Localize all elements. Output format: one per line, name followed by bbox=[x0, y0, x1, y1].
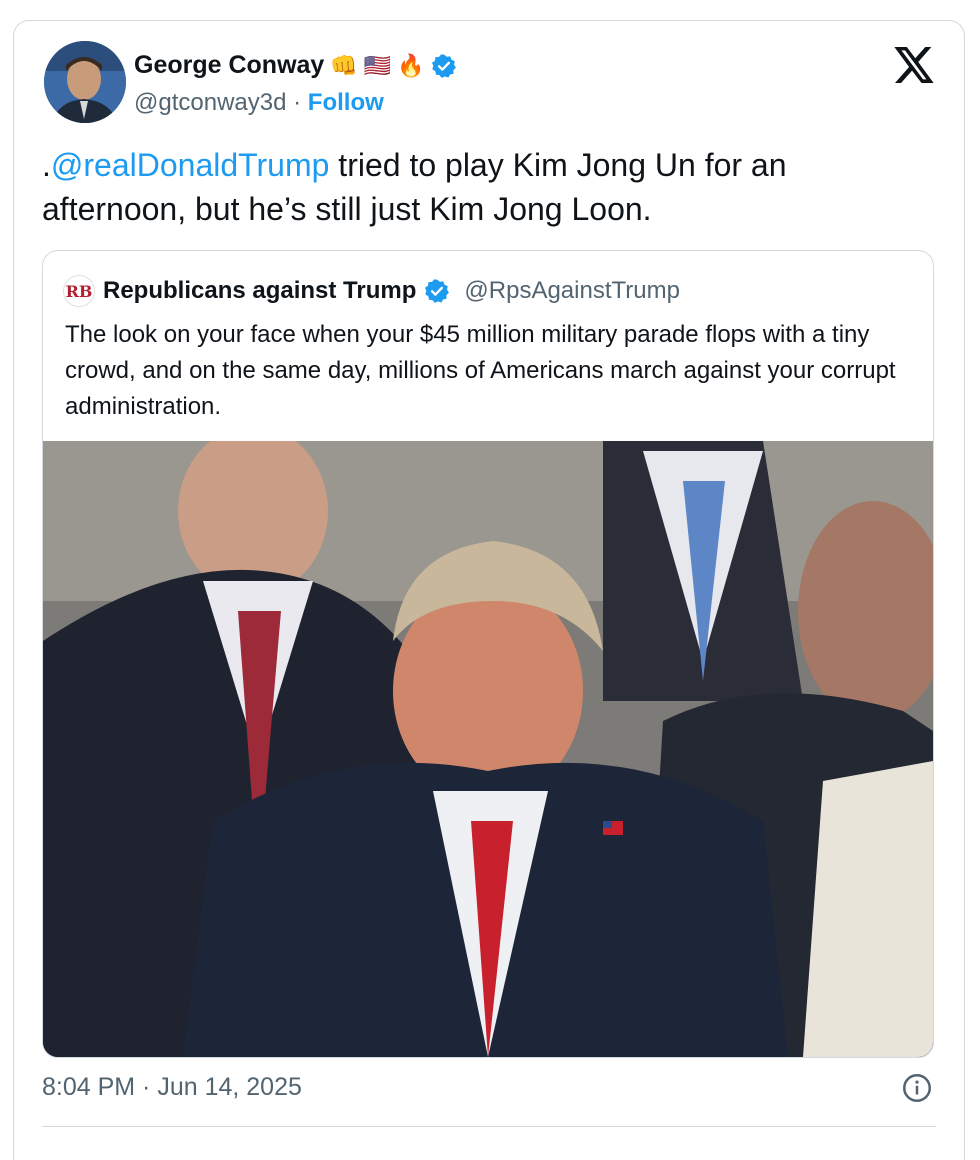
mention-link[interactable]: @realDonaldTrump bbox=[51, 147, 330, 183]
footer-divider bbox=[42, 1126, 936, 1127]
us-flag-emoji: 🇺🇸 bbox=[363, 52, 392, 78]
quoted-tweet[interactable]: RB Republicans against Trump @RpsAgainst… bbox=[42, 250, 934, 1058]
handle-separator: · bbox=[293, 89, 302, 116]
author-avatar[interactable] bbox=[44, 41, 126, 123]
verified-badge-icon bbox=[431, 53, 456, 78]
author-display-name[interactable]: George Conway bbox=[134, 51, 324, 80]
fist-emoji: 👊 bbox=[330, 52, 358, 78]
fire-emoji: 🔥 bbox=[397, 52, 425, 78]
follow-button[interactable]: Follow bbox=[308, 89, 384, 116]
x-logo-icon[interactable] bbox=[894, 47, 934, 83]
tweet-timestamp[interactable]: 8:04 PM · Jun 14, 2025 bbox=[42, 1073, 302, 1102]
quoted-tweet-text: The look on your face when your $45 mill… bbox=[65, 321, 896, 420]
quoted-author-handle[interactable]: @RpsAgainstTrump bbox=[464, 277, 680, 305]
author-handle[interactable]: @gtconway3d bbox=[134, 89, 286, 116]
author-avatar-image bbox=[44, 41, 126, 123]
tweet-embed-card: George Conway 👊 🇺🇸 🔥 @gtconway3d · Follo… bbox=[13, 20, 965, 1160]
verified-badge-icon bbox=[425, 279, 450, 303]
info-icon[interactable] bbox=[902, 1073, 932, 1103]
quoted-author-name[interactable]: Republicans against Trump bbox=[103, 277, 416, 305]
quoted-tweet-photo[interactable] bbox=[43, 426, 933, 1057]
author-handle-row: @gtconway3d · Follow bbox=[134, 89, 384, 117]
quoted-tweet-header: RB Republicans against Trump @RpsAgainst… bbox=[63, 275, 680, 307]
author-name-row: George Conway 👊 🇺🇸 🔥 bbox=[134, 51, 457, 80]
parade-photo bbox=[43, 426, 933, 1057]
tweet-text: .@realDonaldTrump tried to play Kim Jong… bbox=[42, 143, 922, 231]
tweet-text-prefix: . bbox=[42, 147, 51, 183]
quoted-author-avatar[interactable]: RB bbox=[63, 275, 95, 307]
